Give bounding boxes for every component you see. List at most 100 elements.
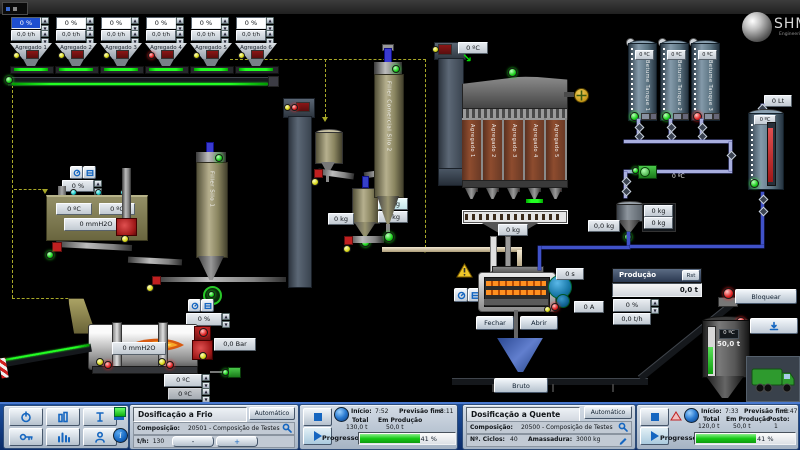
silo2-label: Filler Comercial Silo 2 bbox=[385, 81, 391, 152]
silo-icon bbox=[54, 411, 72, 423]
feeder-setpoint[interactable]: 0 % bbox=[11, 17, 41, 29]
feeder-rate-spinner[interactable]: ▲▼ bbox=[41, 30, 49, 39]
hot-inprod: 50,0 t bbox=[733, 424, 751, 430]
feeder-rate-spinner[interactable]: ▲▼ bbox=[131, 30, 139, 39]
burner-mode-button-2[interactable] bbox=[201, 299, 214, 312]
feeder-setpoint[interactable]: 0 % bbox=[191, 17, 221, 29]
spin-up-icon[interactable]: ▲ bbox=[651, 299, 659, 306]
bin-gate-cone bbox=[465, 188, 478, 199]
screw-cap bbox=[314, 169, 323, 178]
cold-start: 7:52 bbox=[375, 409, 388, 415]
rotary-valve-led bbox=[208, 291, 215, 298]
reports-button[interactable] bbox=[46, 428, 80, 446]
feeder-rate-spinner[interactable]: ▲▼ bbox=[176, 30, 184, 39]
block-button[interactable]: Bloquear bbox=[735, 289, 797, 304]
cold-search-button[interactable] bbox=[282, 423, 292, 432]
scale-tank-scale bbox=[751, 124, 753, 184]
feeder-setpoint[interactable]: 0 % bbox=[56, 17, 86, 29]
feeder-spinner[interactable]: ▲▼ bbox=[221, 17, 229, 27]
spin-down-icon[interactable]: ▼ bbox=[651, 307, 659, 314]
cold-stop-button[interactable] bbox=[303, 408, 332, 426]
production-spinner[interactable]: ▲▼ bbox=[651, 299, 659, 310]
silo-discharge-button[interactable] bbox=[750, 318, 798, 334]
dryer-temp-spinner[interactable]: ▲▼ bbox=[202, 374, 210, 385]
conveyor-head-led bbox=[723, 288, 734, 299]
spin-up-icon[interactable]: ▲ bbox=[131, 17, 139, 24]
hot-bin: Agregado 4 bbox=[525, 118, 546, 206]
feeder-spinner[interactable]: ▲▼ bbox=[176, 17, 184, 27]
spin-down-icon[interactable]: ▼ bbox=[222, 321, 230, 328]
production-rate: 0,0 t/h bbox=[613, 313, 651, 325]
bitumen-weigher-cone bbox=[618, 220, 640, 232]
tank-valve-box bbox=[650, 113, 657, 120]
spin-up-icon[interactable]: ▲ bbox=[222, 313, 230, 320]
feeder-spinner[interactable]: ▲▼ bbox=[266, 17, 274, 27]
window-tab[interactable] bbox=[2, 2, 28, 15]
maintenance-button[interactable] bbox=[83, 408, 117, 426]
feeder-led bbox=[148, 52, 155, 59]
hot-title-box: Dosificação a Quente bbox=[466, 407, 580, 422]
feeder-rate-spinner[interactable]: ▲▼ bbox=[221, 30, 229, 39]
production-setpoint-field[interactable]: 0 % bbox=[613, 299, 651, 312]
feeder-unit: 0 % ▲▼ 0,0 t/h ▲▼ Agregado 1 bbox=[10, 16, 54, 76]
spin-up-icon[interactable]: ▲ bbox=[221, 17, 229, 24]
spin-up-icon[interactable]: ▲ bbox=[266, 17, 274, 24]
hot-search-button[interactable] bbox=[618, 422, 628, 431]
filter-mode-button-2[interactable] bbox=[83, 166, 96, 179]
login-button[interactable] bbox=[9, 428, 43, 446]
mixer-close-button[interactable]: Fechar bbox=[476, 316, 514, 330]
fuel-pump-led bbox=[222, 369, 229, 376]
dashed-line bbox=[325, 59, 326, 117]
mixer-open-button[interactable]: Abrir bbox=[520, 316, 558, 330]
cold-plus-button[interactable]: + bbox=[216, 436, 258, 447]
spin-up-icon[interactable]: ▲ bbox=[86, 30, 94, 37]
production-total-box: 0,0 t bbox=[612, 283, 702, 297]
hot-edit-button[interactable] bbox=[618, 435, 628, 445]
feeder-setpoint[interactable]: 0 % bbox=[236, 17, 266, 29]
gauge-icon bbox=[191, 302, 199, 310]
feeder-spinner[interactable]: ▲▼ bbox=[41, 17, 49, 27]
filter-setpoint-field[interactable]: 0 % bbox=[62, 180, 94, 192]
feeder-unit: 0 % ▲▼ 0,0 t/h ▲▼ Agregado 6 bbox=[235, 16, 279, 76]
feeder-spinner[interactable]: ▲▼ bbox=[86, 17, 94, 27]
feeder-setpoint[interactable]: 0 % bbox=[146, 17, 176, 29]
feeder-rate-spinner[interactable]: ▲▼ bbox=[86, 30, 94, 39]
spin-up-icon[interactable]: ▲ bbox=[221, 30, 229, 37]
hot-stop-button[interactable] bbox=[640, 408, 669, 426]
mixer-mode-button-1[interactable] bbox=[454, 288, 468, 302]
user-settings-button[interactable] bbox=[83, 428, 117, 446]
feeder-spinner[interactable]: ▲▼ bbox=[131, 17, 139, 27]
spin-up-icon[interactable]: ▲ bbox=[176, 30, 184, 37]
bin-gate-cone bbox=[486, 188, 499, 199]
burner-spinner[interactable]: ▲▼ bbox=[222, 313, 230, 324]
drum-led bbox=[96, 358, 104, 366]
cold-auto-button[interactable]: Automático bbox=[249, 407, 295, 420]
spin-up-icon[interactable]: ▲ bbox=[86, 17, 94, 24]
feeder-setpoint[interactable]: 0 % bbox=[101, 17, 131, 29]
feeder-rate-spinner[interactable]: ▲▼ bbox=[266, 30, 274, 39]
surge-tank bbox=[315, 132, 343, 164]
filler-pipe bbox=[382, 247, 522, 252]
filter-mode-button-1[interactable] bbox=[70, 166, 83, 179]
power-button[interactable] bbox=[9, 408, 43, 426]
info-icon[interactable]: i bbox=[113, 428, 128, 443]
spin-up-icon[interactable]: ▲ bbox=[266, 30, 274, 37]
hot-auto-button[interactable]: Automático bbox=[584, 406, 632, 419]
spin-up-icon[interactable]: ▲ bbox=[131, 30, 139, 37]
dryer-temp-spinner-2[interactable]: ▲▼ bbox=[202, 388, 210, 398]
spin-up-icon[interactable]: ▲ bbox=[176, 17, 184, 24]
hot-batch: 3000 kg bbox=[576, 437, 600, 443]
cold-minus-button[interactable]: - bbox=[172, 436, 214, 447]
discharge-button[interactable]: Bruto bbox=[494, 378, 548, 393]
production-reset-button[interactable]: Rst bbox=[682, 270, 700, 281]
mixer-led bbox=[551, 303, 559, 311]
plant-view-button[interactable] bbox=[46, 408, 80, 426]
spin-up-icon[interactable]: ▲ bbox=[202, 374, 210, 381]
burner-mode-button-1[interactable] bbox=[188, 299, 201, 312]
spin-up-icon[interactable]: ▲ bbox=[94, 180, 102, 187]
spin-up-icon[interactable]: ▲ bbox=[41, 30, 49, 37]
grid-icon bbox=[204, 302, 212, 310]
cold-inprod: 50,0 t bbox=[386, 425, 404, 431]
spin-up-icon[interactable]: ▲ bbox=[202, 388, 210, 395]
spin-up-icon[interactable]: ▲ bbox=[41, 17, 49, 24]
